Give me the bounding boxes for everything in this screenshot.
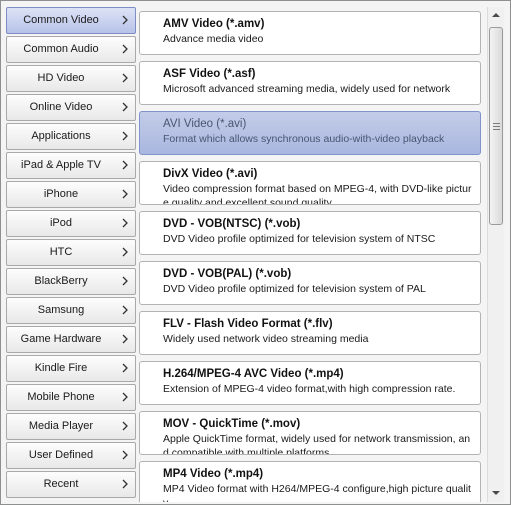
category-label: iPhone: [43, 188, 79, 200]
category-label: Applications: [31, 130, 91, 142]
format-description: DVD Video profile optimized for televisi…: [163, 233, 436, 245]
chevron-right-icon: [117, 99, 133, 115]
format-description: Microsoft advanced streaming media, wide…: [163, 83, 451, 95]
category-recent[interactable]: Recent: [6, 471, 136, 498]
category-label: iPod: [49, 217, 73, 229]
format-item[interactable]: MOV - QuickTime (*.mov) Apple QuickTime f…: [139, 411, 481, 455]
category-label: User Defined: [28, 449, 94, 461]
chevron-right-icon: [117, 418, 133, 434]
format-title: DVD - VOB(PAL) (*.vob): [163, 268, 292, 280]
format-description: MP4 Video format with H264/MPEG-4 config…: [163, 483, 471, 502]
chevron-right-icon: [117, 273, 133, 289]
format-item[interactable]: MP4 Video (*.mp4) MP4 Video format with H…: [139, 461, 481, 502]
chevron-right-icon: [117, 389, 133, 405]
category-mobile-phone[interactable]: Mobile Phone: [6, 384, 136, 411]
category-media-player[interactable]: Media Player: [6, 413, 136, 440]
format-title: AMV Video (*.amv): [163, 18, 265, 30]
category-label: Kindle Fire: [34, 362, 88, 374]
category-common-audio[interactable]: Common Audio: [6, 36, 136, 63]
format-item[interactable]: FLV - Flash Video Format (*.flv) Widely u…: [139, 311, 481, 355]
chevron-right-icon: [117, 360, 133, 376]
grip-line: [493, 126, 500, 127]
category-label: Recent: [43, 478, 79, 490]
category-label: Samsung: [37, 304, 85, 316]
category-samsung[interactable]: Samsung: [6, 297, 136, 324]
category-ipod[interactable]: iPod: [6, 210, 136, 237]
chevron-right-icon: [117, 302, 133, 318]
chevron-right-icon: [117, 215, 133, 231]
format-item[interactable]: ASF Video (*.asf) Microsoft advanced stre…: [139, 61, 481, 105]
category-label: HTC: [49, 246, 73, 258]
format-description: DVD Video profile optimized for televisi…: [163, 283, 426, 295]
chevron-right-icon: [117, 12, 133, 28]
format-description: Format which allows synchronous audio-wi…: [163, 133, 445, 145]
chevron-right-icon: [117, 186, 133, 202]
format-title: MOV - QuickTime (*.mov): [163, 418, 301, 430]
format-item[interactable]: DVD - VOB(NTSC) (*.vob) DVD Video profile…: [139, 211, 481, 255]
grip-line: [493, 123, 500, 124]
category-hd-video[interactable]: HD Video: [6, 65, 136, 92]
format-title: MP4 Video (*.mp4): [163, 468, 264, 480]
format-title: DVD - VOB(NTSC) (*.vob): [163, 218, 301, 230]
category-common-video[interactable]: Common Video: [6, 7, 136, 34]
category-label: Mobile Phone: [27, 391, 95, 403]
chevron-right-icon: [117, 331, 133, 347]
grip-line: [493, 129, 500, 130]
category-label: Online Video: [29, 101, 93, 113]
category-label: BlackBerry: [34, 275, 88, 287]
chevron-right-icon: [117, 244, 133, 260]
format-title: H.264/MPEG-4 AVC Video (*.mp4): [163, 368, 344, 380]
category-label: HD Video: [37, 72, 85, 84]
category-label: Media Player: [28, 420, 94, 432]
category-ipad-apple-tv[interactable]: iPad & Apple TV: [6, 152, 136, 179]
category-label: Game Hardware: [20, 333, 102, 345]
scroll-down-arrow-icon[interactable]: [488, 484, 504, 501]
category-htc[interactable]: HTC: [6, 239, 136, 266]
chevron-right-icon: [117, 447, 133, 463]
format-item[interactable]: AVI Video (*.avi) Format which allows syn…: [139, 111, 481, 155]
format-title: ASF Video (*.asf): [163, 68, 256, 80]
chevron-right-icon: [117, 41, 133, 57]
category-kindle-fire[interactable]: Kindle Fire: [6, 355, 136, 382]
category-label: Common Audio: [23, 43, 99, 55]
category-game-hardware[interactable]: Game Hardware: [6, 326, 136, 353]
scroll-up-arrow-icon[interactable]: [488, 7, 504, 24]
chevron-right-icon: [117, 128, 133, 144]
format-title: AVI Video (*.avi): [163, 118, 247, 130]
chevron-right-icon: [117, 157, 133, 173]
format-description: Extension of MPEG-4 video format,with hi…: [163, 383, 456, 395]
scrollbar-thumb[interactable]: [489, 27, 503, 225]
format-description: Widely used network video streaming medi…: [163, 333, 369, 345]
category-label: Common Video: [23, 14, 99, 26]
format-item[interactable]: H.264/MPEG-4 AVC Video (*.mp4) Extension …: [139, 361, 481, 405]
format-item[interactable]: AMV Video (*.amv) Advance media video: [139, 11, 481, 55]
chevron-right-icon: [117, 476, 133, 492]
category-blackberry[interactable]: BlackBerry: [6, 268, 136, 295]
category-user-defined[interactable]: User Defined: [6, 442, 136, 469]
format-description: Apple QuickTime format, widely used for …: [163, 433, 471, 455]
format-picker-panel: Common Video Common Audio HD Video Online V…: [0, 0, 511, 505]
category-sidebar: Common Video Common Audio HD Video Online V…: [6, 7, 137, 502]
format-title: FLV - Flash Video Format (*.flv): [163, 318, 333, 330]
category-iphone[interactable]: iPhone: [6, 181, 136, 208]
category-online-video[interactable]: Online Video: [6, 94, 136, 121]
format-item[interactable]: DVD - VOB(PAL) (*.vob) DVD Video profile …: [139, 261, 481, 305]
format-list: AMV Video (*.amv) Advance media video ASF …: [138, 7, 484, 502]
chevron-right-icon: [117, 70, 133, 86]
category-applications[interactable]: Applications: [6, 123, 136, 150]
format-title: DivX Video (*.avi): [163, 168, 258, 180]
format-description: Advance media video: [163, 33, 264, 45]
format-description: Video compression format based on MPEG-4…: [163, 183, 472, 205]
category-label: iPad & Apple TV: [21, 159, 101, 171]
vertical-scrollbar[interactable]: [487, 7, 504, 502]
format-item[interactable]: DivX Video (*.avi) Video compression form…: [139, 161, 481, 205]
